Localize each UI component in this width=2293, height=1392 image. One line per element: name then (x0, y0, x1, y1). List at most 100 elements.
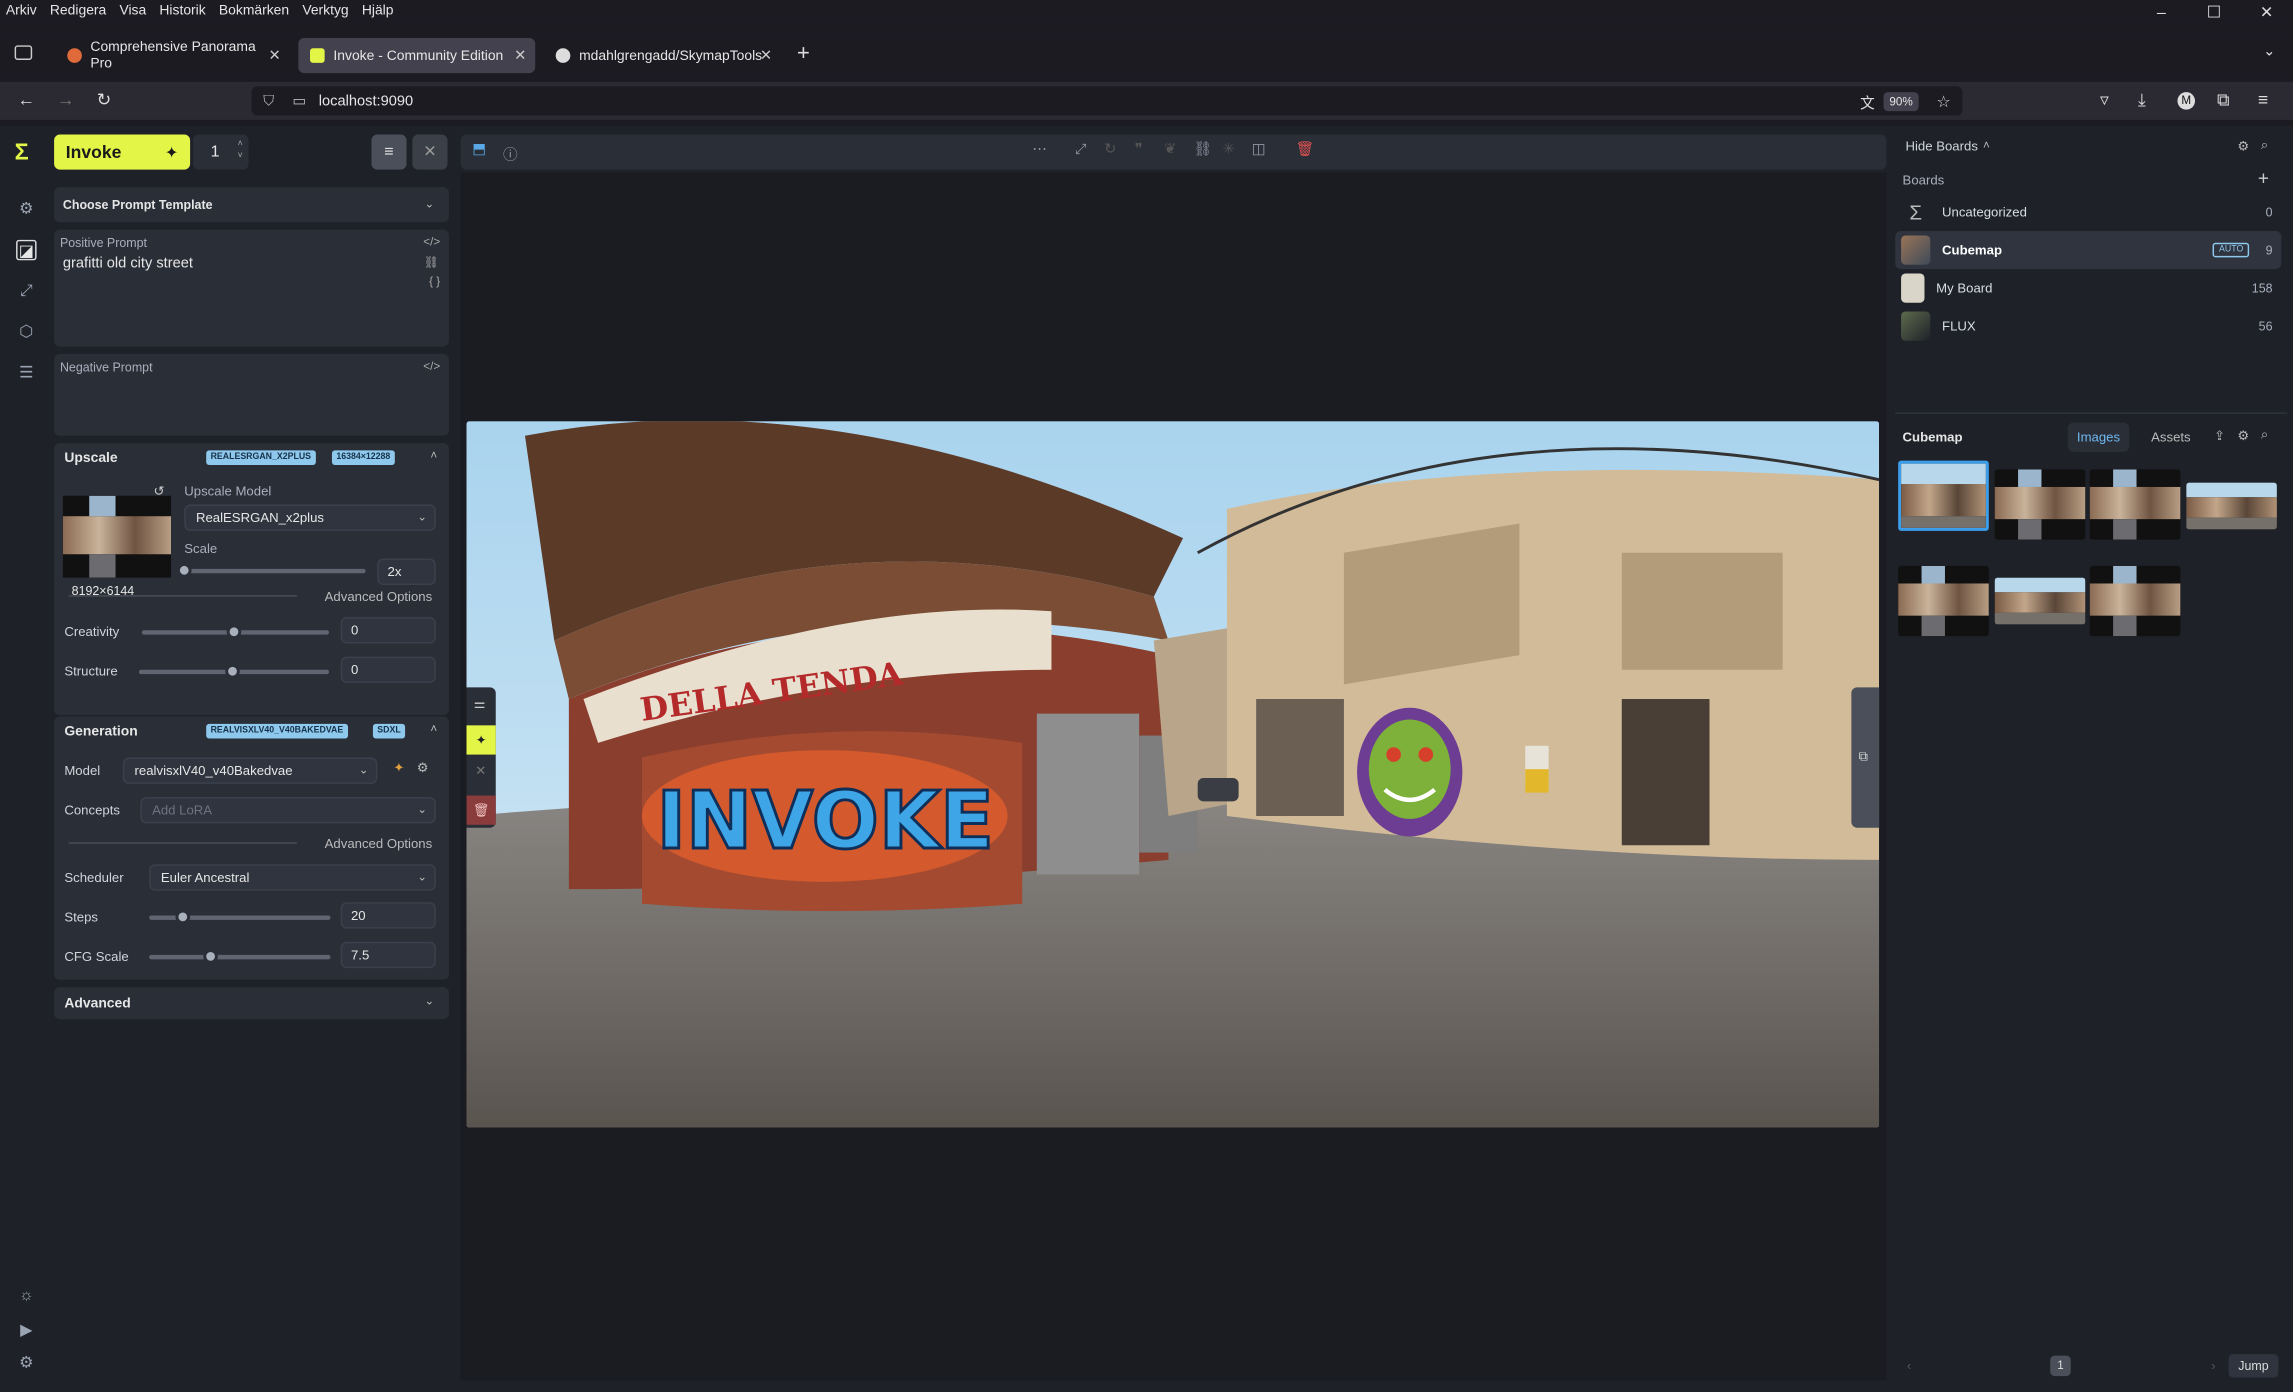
hide-boards-toggle[interactable]: Hide Boards (1905, 139, 1977, 154)
link-icon[interactable]: ⛓ (424, 256, 439, 269)
board-uncategorized[interactable]: Σ Uncategorized 0 (1895, 193, 2281, 231)
boards-search-icon[interactable]: ⌕ (2261, 137, 2268, 153)
invoke-button[interactable]: Invoke ✦ (54, 134, 191, 170)
menu-verktyg[interactable]: Verktyg (302, 3, 348, 19)
cancel-button[interactable]: ✕ (412, 134, 448, 170)
tab-github[interactable]: mdahlgrengadd/SkymapTools ✕ (544, 38, 781, 73)
edit-icon[interactable]: ⤢ (1075, 142, 1087, 158)
concepts-select[interactable]: Add LoRA ⌄ (140, 796, 436, 824)
compare-icon[interactable]: ◫ (1252, 142, 1266, 158)
boards-settings-icon[interactable]: ⚙ (2237, 139, 2249, 155)
pocket-icon[interactable]: ▿ (2100, 89, 2109, 109)
video-icon[interactable]: ▶ (16, 1321, 36, 1341)
forward-icon[interactable]: → (57, 89, 75, 109)
close-tab-icon[interactable]: ✕ (514, 48, 526, 64)
code-icon[interactable]: </> (423, 360, 440, 373)
gallery-image-1[interactable] (1898, 460, 1989, 531)
positive-prompt-text[interactable]: grafitti old city street (63, 256, 193, 272)
model-sparkle-icon[interactable]: ✦ (393, 760, 404, 776)
tab-invoke[interactable]: Invoke - Community Edition ✕ (298, 38, 536, 74)
close-tab-icon[interactable]: ✕ (269, 48, 281, 64)
account-icon[interactable]: M (2177, 92, 2196, 110)
tab-assets[interactable]: Assets (2151, 430, 2191, 445)
tab-overview-icon[interactable] (14, 45, 33, 60)
generation-title[interactable]: Generation (64, 724, 137, 740)
link-icon[interactable]: ⛓ (1193, 142, 1212, 158)
gallery-search-icon[interactable]: ⌕ (2261, 427, 2268, 443)
canvas-tab-icon[interactable]: ◪ (16, 239, 37, 261)
maximize-icon[interactable]: ☐ (2188, 0, 2241, 26)
zoom-badge[interactable]: 90% (1883, 91, 1919, 111)
upload-icon[interactable]: ⇪ (2214, 428, 2225, 444)
code-icon[interactable]: </> (423, 235, 440, 248)
creativity-slider-thumb[interactable] (226, 624, 242, 640)
advanced-options-toggle[interactable]: Advanced Options (325, 589, 433, 604)
seed-icon[interactable]: ❦ (1164, 142, 1176, 158)
extensions-icon[interactable]: ⧉ (2217, 89, 2230, 111)
negative-prompt-box[interactable]: Negative Prompt </> (54, 353, 449, 436)
remix-icon[interactable]: ↻ (1104, 142, 1116, 158)
gallery-image-4[interactable] (2186, 482, 2277, 530)
translate-icon[interactable]: 文 (1860, 90, 1875, 112)
upscale-source-thumbnail[interactable] (62, 495, 172, 578)
gallery-image-2[interactable] (1994, 469, 2086, 540)
more-options-icon[interactable]: ⋯ (1032, 142, 1047, 158)
info-icon[interactable]: ⓘ (503, 142, 518, 164)
reload-icon[interactable]: ↻ (97, 89, 112, 109)
sliders-icon[interactable]: ⚌ (474, 696, 486, 712)
prev-page-icon[interactable]: ‹ (1907, 1359, 1911, 1374)
lightbulb-icon[interactable]: ☼ (16, 1285, 36, 1305)
menu-visa[interactable]: Visa (119, 3, 146, 19)
gallery-image-6[interactable] (1994, 577, 2086, 625)
jump-button[interactable]: Jump (2228, 1354, 2279, 1378)
model-select[interactable]: realvisxlV40_v40Bakedvae ⌄ (122, 757, 378, 784)
stepper-icon[interactable]: ˄ ˅ (238, 139, 243, 162)
workflow-tab-icon[interactable]: ⚙ (16, 199, 36, 219)
page-number-button[interactable]: 1 (2050, 1355, 2071, 1377)
minimize-icon[interactable]: – (2135, 0, 2188, 26)
delete-icon[interactable]: 🗑 (1296, 142, 1315, 158)
positive-prompt-box[interactable]: Positive Prompt grafitti old city street… (54, 229, 449, 347)
invoke-quick-button[interactable]: ✦ (466, 725, 496, 755)
queue-tab-icon[interactable]: ☰ (16, 363, 36, 383)
scale-slider-thumb[interactable] (176, 563, 192, 578)
new-tab-icon[interactable]: + (797, 41, 810, 66)
tab-panorama[interactable]: Comprehensive Panorama Pro ✕ (56, 38, 290, 73)
structure-slider-thumb[interactable] (225, 663, 240, 679)
scale-input[interactable]: 2x (377, 558, 436, 585)
menu-redigera[interactable]: Redigera (50, 3, 106, 19)
queue-menu-button[interactable]: ≡ (371, 134, 407, 170)
board-my-board[interactable]: My Board 158 (1895, 269, 2281, 307)
panorama-image[interactable]: DELLA TENDA INVOKE (466, 421, 1880, 1128)
tab-images[interactable]: Images (2067, 422, 2130, 452)
upscale-title[interactable]: Upscale (64, 450, 117, 466)
steps-input[interactable]: 20 (340, 902, 436, 929)
creativity-input[interactable]: 0 (340, 617, 436, 644)
close-window-icon[interactable]: ✕ (2240, 0, 2293, 26)
reset-icon[interactable]: ↺ (154, 484, 165, 500)
batch-count-input[interactable]: 1 ˄ ˅ (193, 134, 249, 170)
scale-slider[interactable] (184, 568, 366, 574)
chevron-up-icon[interactable]: ˄ (1983, 139, 1990, 152)
cfg-scale-input[interactable]: 7.5 (340, 941, 436, 969)
menu-hjalp[interactable]: Hjälp (362, 3, 394, 19)
gallery-toggle-tab[interactable]: ⧉ (1851, 687, 1880, 828)
cfg-scale-slider[interactable] (149, 954, 331, 960)
cfg-scale-slider-thumb[interactable] (203, 949, 218, 964)
quote-icon[interactable]: ❞ (1135, 142, 1143, 158)
back-icon[interactable]: ← (18, 89, 36, 109)
gallery-settings-icon[interactable]: ⚙ (2237, 428, 2249, 444)
braces-icon[interactable]: { } (429, 275, 440, 288)
upscale-model-select[interactable]: RealESRGAN_x2plus ⌄ (184, 504, 436, 531)
menu-bokmarken[interactable]: Bokmärken (219, 3, 289, 19)
downloads-icon[interactable]: ⤓ (2138, 89, 2146, 111)
gallery-image-5[interactable] (1898, 565, 1989, 637)
sparkle-icon[interactable]: ✳ (1223, 142, 1235, 158)
models-tab-icon[interactable]: ⬡ (16, 322, 36, 342)
settings-gear-icon[interactable]: ⚙ (16, 1353, 36, 1373)
board-cubemap[interactable]: Cubemap AUTO 9 (1895, 231, 2282, 270)
cancel-icon[interactable]: ✕ (475, 763, 486, 779)
url-bar[interactable]: ⛉ ▭ localhost:9090 文 90% ☆ (251, 86, 1963, 116)
board-flux[interactable]: FLUX 56 (1895, 307, 2281, 345)
viewer-toggle-icon[interactable]: ⬒ (472, 142, 486, 158)
